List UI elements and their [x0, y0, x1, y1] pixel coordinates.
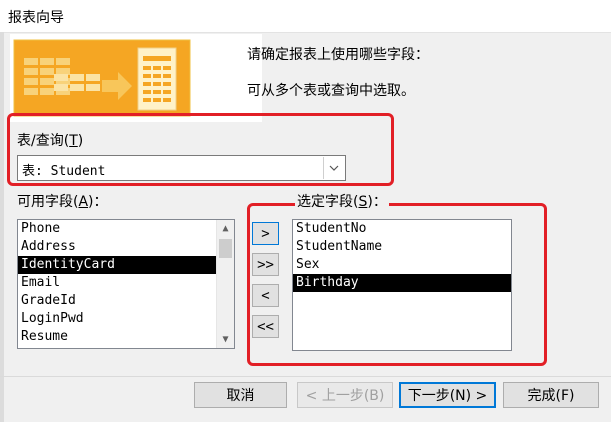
list-item[interactable]: Email: [18, 274, 234, 292]
available-fields-list[interactable]: Phone Address IdentityCard Email GradeId Logi…: [17, 219, 235, 349]
list-item[interactable]: StudentName: [293, 238, 511, 256]
scroll-thumb[interactable]: [219, 239, 232, 258]
wizard-illustration: [10, 34, 262, 122]
selected-fields-list[interactable]: StudentNo StudentName Sex Birthday: [292, 219, 512, 351]
scroll-up-icon[interactable]: ▲: [217, 220, 234, 237]
title-bar: 报表向导: [0, 0, 611, 33]
list-item[interactable]: GenderBlind: [18, 346, 234, 348]
available-fields-label: 可用字段(A)：: [17, 194, 108, 210]
selected-fields-label: 选定字段(S)：: [295, 191, 389, 211]
cancel-button[interactable]: 取消: [194, 382, 287, 408]
list-item[interactable]: LoginPwd: [18, 310, 234, 328]
list-item[interactable]: GradeId: [18, 292, 234, 310]
list-item[interactable]: Phone: [18, 220, 234, 238]
list-item[interactable]: Sex: [293, 256, 511, 274]
list-item[interactable]: StudentNo: [293, 220, 511, 238]
list-item[interactable]: Resume: [18, 328, 234, 346]
add-field-button[interactable]: >: [252, 222, 279, 245]
list-item[interactable]: IdentityCard: [18, 256, 234, 274]
source-label: 表/查询(T): [17, 133, 84, 149]
finish-button[interactable]: 完成(F): [503, 382, 599, 408]
list-item[interactable]: Birthday: [293, 274, 511, 292]
instruction-line-1: 请确定报表上使用哪些字段：: [247, 47, 429, 63]
scroll-down-icon[interactable]: ▼: [217, 331, 234, 348]
window-edge: [0, 32, 4, 422]
instruction-line-2: 可从多个表或查询中选取。: [247, 83, 415, 99]
window-title: 报表向导: [8, 10, 64, 26]
source-combobox-value: 表: Student: [22, 164, 106, 179]
add-all-fields-button[interactable]: >>: [252, 253, 279, 276]
chevron-down-icon[interactable]: [323, 157, 344, 179]
report-wizard-icon: [13, 39, 191, 117]
list-item[interactable]: Address: [18, 238, 234, 256]
remove-all-fields-button[interactable]: <<: [252, 315, 279, 338]
remove-field-button[interactable]: <: [252, 284, 279, 307]
back-button[interactable]: < 上一步(B): [297, 382, 393, 408]
source-combobox[interactable]: 表: Student: [17, 155, 346, 181]
next-button[interactable]: 下一步(N) >: [399, 382, 496, 408]
available-fields-scrollbar[interactable]: ▲ ▼: [216, 220, 234, 348]
footer-divider: [0, 376, 611, 377]
